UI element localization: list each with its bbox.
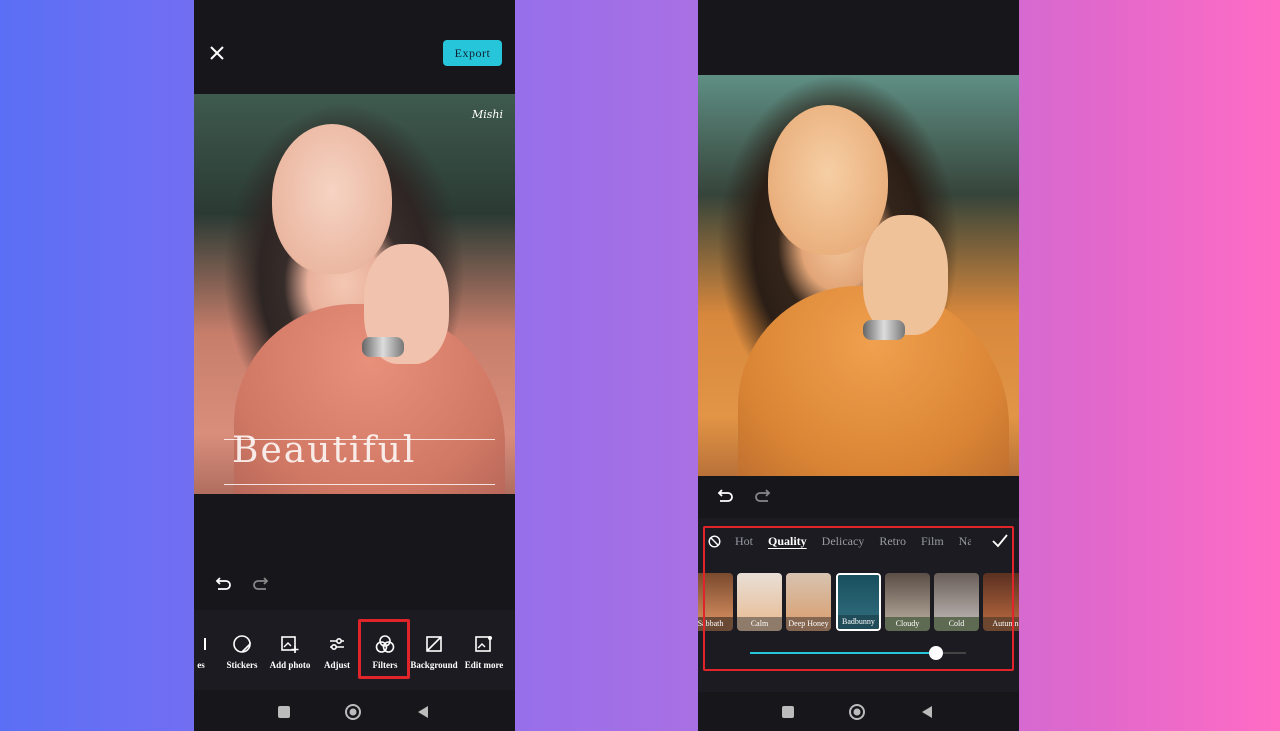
background-icon	[426, 636, 442, 652]
tool-add-photo[interactable]: Add photo	[265, 632, 315, 670]
undo-button[interactable]	[212, 573, 234, 595]
recents-button[interactable]	[275, 703, 293, 721]
tool-background[interactable]: Background	[409, 632, 459, 670]
watermark-title: Beautiful	[232, 430, 417, 471]
photo-subject-hand	[863, 215, 948, 335]
sliders-icon	[330, 638, 344, 651]
sticker-icon	[233, 635, 251, 653]
undo-redo-group	[714, 485, 774, 507]
back-button[interactable]	[918, 703, 936, 721]
photo-subject-face	[768, 105, 888, 255]
redo-button[interactable]	[250, 573, 272, 595]
redo-icon	[253, 577, 269, 590]
filter-panel: Hot Quality Delicacy Retro Film Na Sabba…	[698, 518, 1019, 692]
recents-button[interactable]	[779, 703, 797, 721]
undo-button[interactable]	[714, 485, 736, 507]
square-icon	[278, 706, 290, 718]
square-icon	[782, 706, 794, 718]
back-triangle-icon	[418, 706, 428, 718]
phone-screen-left: Export Mishi Beautiful es Stickers Add p…	[194, 0, 515, 731]
filters-highlight-box	[358, 619, 410, 679]
home-button[interactable]	[344, 703, 362, 721]
redo-button[interactable]	[752, 485, 774, 507]
tool-adjust[interactable]: Adjust	[312, 632, 362, 670]
watermark-signature: Mishi	[471, 108, 503, 121]
photo-canvas[interactable]: Mishi Beautiful	[194, 94, 515, 494]
undo-icon	[215, 577, 231, 590]
circle-icon	[345, 704, 361, 720]
filter-panel-highlight-box	[703, 526, 1014, 671]
undo-icon	[717, 489, 733, 502]
circle-icon	[849, 704, 865, 720]
close-icon	[210, 46, 224, 60]
bottom-toolbar: es Stickers Add photo Adjust Filters Bac…	[194, 610, 515, 690]
android-navbar	[698, 692, 1019, 731]
photo-subject-face	[272, 124, 392, 274]
back-button[interactable]	[414, 703, 432, 721]
home-button[interactable]	[848, 703, 866, 721]
edit-more-icon	[475, 636, 492, 652]
redo-icon	[755, 489, 771, 502]
add-photo-icon	[281, 636, 299, 653]
tool-stickers[interactable]: Stickers	[217, 632, 267, 670]
photo-canvas-filtered[interactable]	[698, 75, 1019, 476]
undo-redo-group	[212, 573, 272, 595]
watermark-divider	[224, 484, 495, 485]
close-button[interactable]	[204, 40, 230, 66]
phone-screen-right: Hot Quality Delicacy Retro Film Na Sabba…	[698, 0, 1019, 731]
tool-edit-more[interactable]: Edit more	[459, 632, 509, 670]
back-triangle-icon	[922, 706, 932, 718]
export-button[interactable]: Export	[443, 40, 502, 66]
android-navbar	[194, 692, 515, 731]
photo-subject-watch	[362, 337, 404, 357]
photo-subject-watch	[863, 320, 905, 340]
text-icon	[204, 638, 206, 650]
